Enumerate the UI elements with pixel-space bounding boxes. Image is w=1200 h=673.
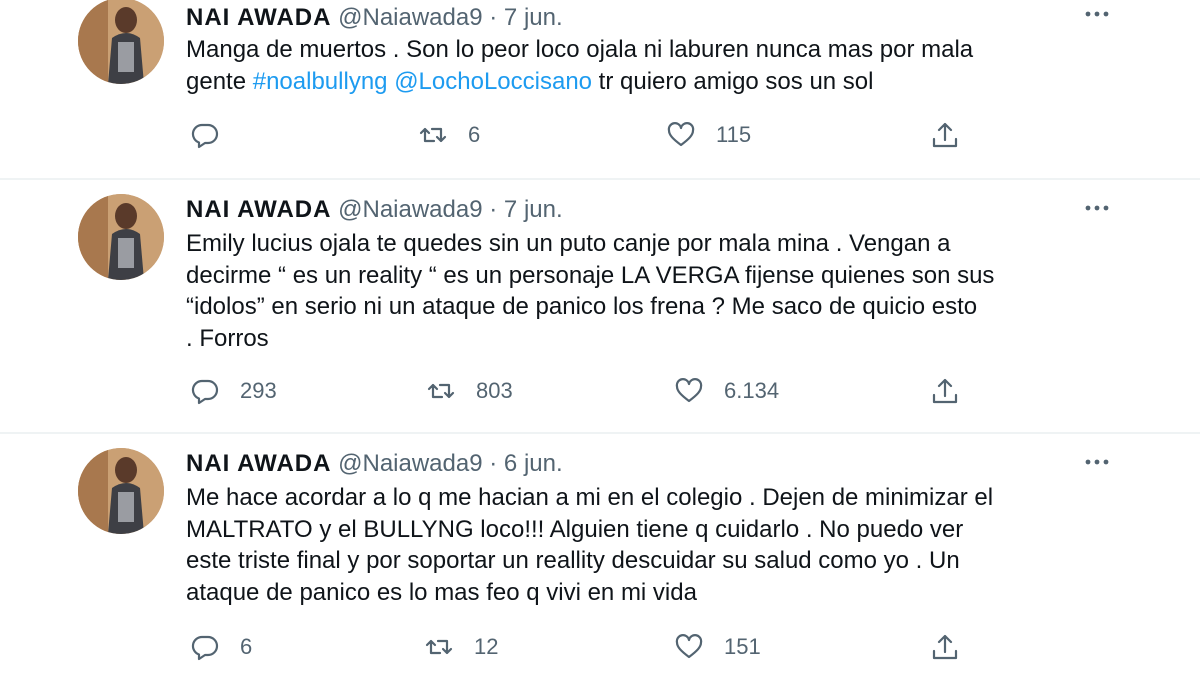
more-icon[interactable] xyxy=(1082,450,1112,474)
tweet-line: este triste final y por soportar un real… xyxy=(186,547,960,574)
hashtag-link[interactable]: #noalbullyng xyxy=(253,68,388,95)
heart-icon xyxy=(675,378,703,403)
tweet-actions: 293 803 6.134 xyxy=(186,374,986,408)
like-count: 6.134 xyxy=(724,378,780,403)
separator-dot: · xyxy=(489,4,498,31)
reply-button[interactable]: 293 xyxy=(190,374,277,408)
heart-icon xyxy=(667,122,695,147)
display-name[interactable]: NAI AWADA xyxy=(186,4,331,31)
like-button[interactable]: 115 xyxy=(666,118,751,152)
tweet-header: NAI AWADA @Naiawada9 · 7 jun. xyxy=(186,2,563,34)
tweet-line: MALTRATO y el BULLYNG loco!!! Alguien ti… xyxy=(186,515,964,543)
tweet-line: Emily lucius ojala te quedes sin un puto… xyxy=(186,230,951,257)
retweet-button[interactable]: 12 xyxy=(424,630,498,664)
retweet-icon xyxy=(427,383,455,399)
reply-icon xyxy=(191,379,219,405)
tweet-actions: 6 12 151 xyxy=(186,630,986,664)
tweet-line-text: tr quiero amigo sos un sol xyxy=(592,67,874,95)
share-button[interactable] xyxy=(930,374,960,408)
tweet-line: Me hace acordar a lo q me hacian a mi en… xyxy=(186,484,994,511)
retweet-count: 803 xyxy=(476,378,513,403)
separator-dot: · xyxy=(489,450,498,477)
retweet-icon xyxy=(419,127,447,143)
share-button[interactable] xyxy=(930,118,960,152)
like-button[interactable]: 151 xyxy=(674,630,761,664)
tweet-date[interactable]: 6 jun. xyxy=(504,450,563,477)
avatar-photo xyxy=(78,194,164,280)
display-name[interactable]: NAI AWADA xyxy=(186,196,331,223)
user-handle[interactable]: @Naiawada9 xyxy=(338,450,482,477)
tweet-divider xyxy=(0,432,1200,434)
avatar-photo xyxy=(78,448,164,534)
tweet-header: NAI AWADA @Naiawada9 · 7 jun. xyxy=(186,194,563,226)
retweet-count: 6 xyxy=(468,122,481,147)
tweet-line: “idolos” en serio ni un ataque de panico… xyxy=(186,293,978,320)
share-icon xyxy=(932,122,958,148)
retweet-icon xyxy=(425,639,453,655)
separator-dot: · xyxy=(489,196,498,223)
tweet-line-text: gente xyxy=(186,67,253,95)
avatar[interactable] xyxy=(78,194,164,280)
avatar[interactable] xyxy=(78,0,164,84)
reply-button[interactable]: 6 xyxy=(190,630,252,664)
share-icon xyxy=(932,634,958,660)
reply-button[interactable] xyxy=(190,118,240,152)
reply-icon xyxy=(191,635,219,661)
retweet-button[interactable]: 6 xyxy=(418,118,480,152)
tweet-header: NAI AWADA @Naiawada9 · 6 jun. xyxy=(186,448,563,480)
tweet-line: . Forros xyxy=(186,324,269,352)
share-button[interactable] xyxy=(930,630,960,664)
display-name[interactable]: NAI AWADA xyxy=(186,450,331,477)
tweet-divider xyxy=(0,178,1200,180)
reply-count: 6 xyxy=(240,634,253,659)
like-count: 115 xyxy=(716,122,752,147)
user-handle[interactable]: @Naiawada9 xyxy=(338,4,482,31)
share-icon xyxy=(932,378,958,404)
tweet-text: Manga de muertos . Son lo peor loco ojal… xyxy=(186,34,1146,97)
tweet-line: decirme “ es un reality “ es un personaj… xyxy=(186,261,995,289)
avatar-photo xyxy=(78,0,164,84)
tweet-text: Me hace acordar a lo q me hacian a mi en… xyxy=(186,482,1146,608)
retweet-count: 12 xyxy=(474,634,499,659)
like-count: 151 xyxy=(724,634,761,659)
heart-icon xyxy=(675,634,703,659)
like-button[interactable]: 6.134 xyxy=(674,374,779,408)
tweet-line: gente #noalbullyng @LochoLoccisano tr qu… xyxy=(186,66,1146,98)
user-handle[interactable]: @Naiawada9 xyxy=(338,196,482,223)
avatar[interactable] xyxy=(78,448,164,534)
more-icon[interactable] xyxy=(1082,2,1112,26)
tweet-date[interactable]: 7 jun. xyxy=(504,4,563,31)
tweet-date[interactable]: 7 jun. xyxy=(504,196,563,223)
reply-count: 293 xyxy=(240,378,277,403)
tweet-text: Emily lucius ojala te quedes sin un puto… xyxy=(186,228,1146,354)
mention-link[interactable]: @LochoLoccisano xyxy=(394,68,592,95)
more-icon[interactable] xyxy=(1082,196,1112,220)
reply-icon xyxy=(191,123,219,149)
tweet-actions: 6 115 xyxy=(186,118,986,152)
tweet-line: ataque de panico es lo mas feo q vivi en… xyxy=(186,578,697,606)
tweet-line: Manga de muertos . Son lo peor loco ojal… xyxy=(186,36,974,63)
retweet-button[interactable]: 803 xyxy=(426,374,513,408)
